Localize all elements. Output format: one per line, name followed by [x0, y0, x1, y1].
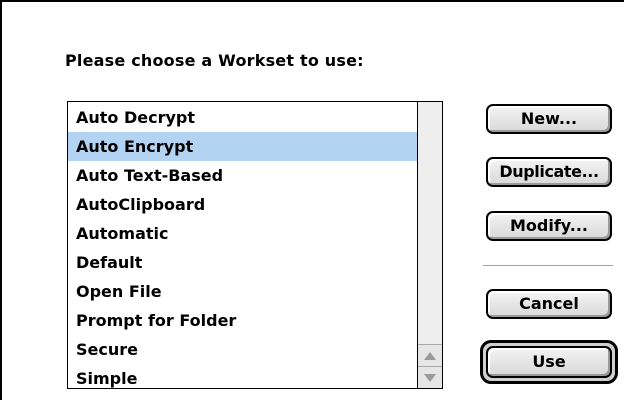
scroll-down-button[interactable] — [418, 366, 442, 388]
workset-list-item[interactable]: Auto Text-Based — [68, 161, 418, 190]
duplicate-button[interactable]: Duplicate... — [486, 157, 612, 187]
scroll-up-arrow-icon — [424, 351, 436, 360]
modify-button[interactable]: Modify... — [486, 211, 612, 241]
choose-workset-dialog: Please choose a Workset to use: Auto Dec… — [0, 0, 624, 400]
dialog-prompt: Please choose a Workset to use: — [65, 51, 364, 70]
workset-list-item[interactable]: Open File — [68, 277, 418, 306]
workset-list-items: Auto Decrypt Auto Encrypt Auto Text-Base… — [68, 103, 418, 388]
cancel-button[interactable]: Cancel — [486, 289, 612, 319]
workset-list-item[interactable]: Simple — [68, 364, 418, 388]
workset-list-item[interactable]: Auto Decrypt — [68, 103, 418, 132]
workset-list-item[interactable]: Auto Encrypt — [68, 132, 418, 161]
workset-list-item[interactable]: Automatic — [68, 219, 418, 248]
list-scrollbar[interactable] — [417, 102, 442, 388]
workset-list-item[interactable]: Secure — [68, 335, 418, 364]
workset-list[interactable]: Auto Decrypt Auto Encrypt Auto Text-Base… — [67, 101, 443, 389]
use-button[interactable]: Use — [486, 346, 612, 378]
new-button[interactable]: New... — [486, 104, 612, 134]
workset-list-item[interactable]: Prompt for Folder — [68, 306, 418, 335]
scroll-up-button[interactable] — [418, 344, 442, 366]
workset-list-item[interactable]: AutoClipboard — [68, 190, 418, 219]
button-divider — [483, 265, 613, 267]
scroll-down-arrow-icon — [424, 373, 436, 382]
workset-list-item[interactable]: Default — [68, 248, 418, 277]
